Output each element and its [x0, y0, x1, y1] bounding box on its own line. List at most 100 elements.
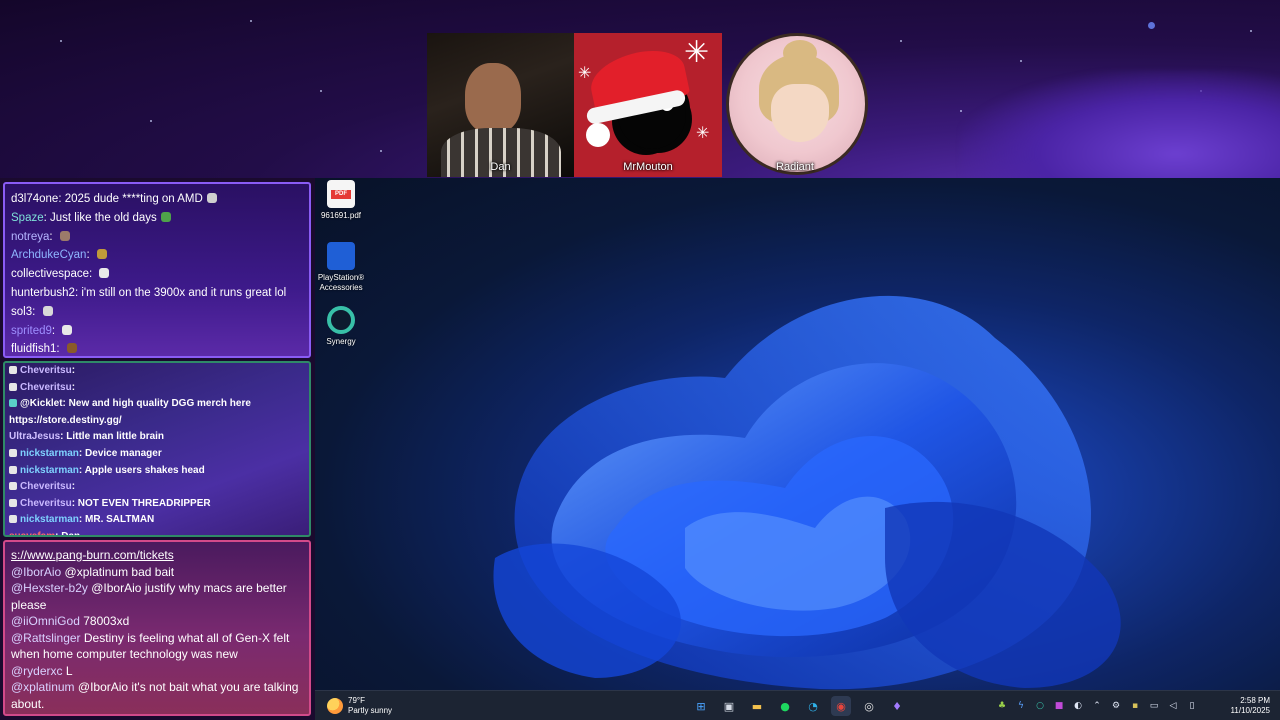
emote-icon — [66, 343, 77, 354]
edge-icon[interactable]: ◔ — [803, 696, 823, 716]
tray-leaf-icon[interactable]: ♣ — [996, 700, 1008, 712]
desktop-icon-playstation[interactable]: PlayStation® Accessories — [315, 242, 367, 293]
emote-icon — [62, 324, 73, 335]
radiant-portrait — [726, 33, 868, 175]
subscriber-badge-icon — [9, 382, 17, 391]
tray-bolt-icon[interactable]: ϟ — [1015, 700, 1027, 712]
chat-message: sprited9: — [11, 322, 303, 341]
chat-message: d3l74one: 2025 dude ****ting on AMD — [11, 190, 303, 209]
tickets-link[interactable]: s://www.pang-burn.com/tickets — [11, 547, 303, 564]
chat-username[interactable]: suavefam — [9, 531, 55, 535]
chat-text: Dan — [61, 530, 81, 537]
chat-username[interactable]: @Kicklet — [20, 398, 63, 409]
subscriber-badge-icon — [9, 448, 17, 457]
chat-message: Cheveritsu: — [9, 380, 305, 397]
chat-username[interactable]: Cheveritsu — [20, 382, 72, 393]
chrome-icon[interactable]: ◉ — [831, 696, 851, 716]
emote-icon — [59, 230, 70, 241]
chat-username[interactable]: @Hexster-b2y — [11, 581, 88, 595]
chat-username[interactable]: @IborAio — [11, 565, 61, 579]
chat-message: UltraJesus: Little man little brain — [9, 429, 305, 446]
snowflake-icon: ✳ — [578, 63, 592, 82]
chat-message: collectivespace: — [11, 265, 303, 284]
tray-volume-icon[interactable]: ◁ — [1167, 700, 1179, 712]
task-view-icon[interactable]: ▣ — [719, 696, 739, 716]
chat-separator: : — [32, 305, 39, 318]
chat-panel-middle: Cheveritsu: Cheveritsu: @Kicklet: New an… — [3, 361, 311, 537]
chat-username[interactable]: nickstarman — [20, 514, 79, 525]
chat-separator: : — [71, 381, 76, 393]
chat-username[interactable]: Cheveritsu — [20, 365, 72, 376]
tray-steam-icon[interactable]: ◐ — [1072, 700, 1084, 712]
partly-sunny-icon — [327, 698, 343, 714]
pdf-icon: PDF — [327, 180, 355, 208]
obs-icon[interactable]: ◎ — [859, 696, 879, 716]
chat-message: https://store.destiny.gg/ — [9, 413, 305, 430]
chat-username[interactable]: @Rattslinger — [11, 631, 81, 645]
tray-settings-icon[interactable]: ⚙ — [1110, 700, 1122, 712]
emote-icon — [160, 211, 171, 222]
star — [1250, 30, 1252, 32]
chat-username[interactable]: nickstarman — [20, 465, 79, 476]
chat-text: Little man little brain — [66, 431, 165, 443]
clock-date: 11/10/2025 — [1230, 706, 1270, 715]
star — [380, 150, 382, 152]
chat-username[interactable]: UltraJesus — [9, 431, 60, 442]
star — [60, 40, 62, 42]
chat-username[interactable]: d3l74one — [11, 193, 58, 205]
chat-text: L — [65, 663, 73, 678]
emote-icon — [206, 193, 217, 203]
snowflake-icon: ✳ — [684, 35, 710, 70]
start-icon[interactable]: ⊞ — [691, 696, 711, 716]
chat-message: nickstarman: Device manager — [9, 446, 305, 463]
spotify-icon[interactable]: ● — [775, 696, 795, 716]
tray-display-icon[interactable]: ▭ — [1148, 700, 1160, 712]
chat-username[interactable]: fluidfish1 — [11, 343, 56, 355]
desktop-icon-label: 961691.pdf — [320, 211, 362, 220]
desktop-icon-synergy[interactable]: Synergy — [315, 306, 367, 347]
chat-username[interactable]: Spaze — [11, 212, 44, 224]
chat-text: NOT EVEN THREADRIPPER — [77, 497, 211, 509]
weather-widget[interactable]: 79°F Partly sunny — [327, 696, 392, 716]
chat-separator: : — [88, 268, 96, 281]
chat-panel-top: d3l74one: 2025 dude ****ting on AMD Spaze… — [3, 182, 311, 358]
tray-battery-icon[interactable]: ▯ — [1186, 700, 1198, 712]
tray-shield-icon[interactable]: ▪ — [1129, 700, 1141, 712]
chat-username[interactable]: @xplatinum — [11, 680, 75, 694]
chat-message: Spaze: Just like the old days — [11, 209, 303, 228]
chat-username[interactable]: Cheveritsu — [20, 498, 72, 509]
chat-message: suavefam: Dan — [9, 529, 305, 537]
chat-username[interactable]: notreya — [11, 231, 49, 243]
star — [900, 40, 902, 42]
avatar-radiant: Radiant — [722, 33, 868, 177]
subscriber-badge-icon — [9, 498, 17, 507]
tray-app-icon[interactable]: ■ — [1053, 700, 1065, 712]
chat-username[interactable]: @iiOmniGod — [11, 614, 80, 628]
clock[interactable]: 2:58 PM 11/10/2025 — [1231, 696, 1270, 716]
file-explorer-icon[interactable]: ▬ — [747, 696, 767, 716]
chat-text: 78003xd — [83, 614, 130, 628]
chat-username[interactable]: collectivespace — [11, 268, 89, 280]
chat-username[interactable]: sprited9 — [11, 325, 52, 337]
desktop-icon-label: PlayStation® Accessories — [317, 273, 365, 292]
chat-username[interactable]: @ryderxc — [11, 664, 63, 678]
stream-overlay-top: Dan ✳ ✳ ✳ ✳ MrMouton Radiant — [0, 0, 1280, 178]
chat-text: https://store.destiny.gg/ — [9, 414, 122, 426]
tray-chevron-icon[interactable]: ⌃ — [1091, 700, 1103, 712]
chat-panel-bottom: s://www.pang-burn.com/tickets @IborAio @… — [3, 540, 311, 716]
chat-message: ArchdukeCyan: — [11, 246, 303, 265]
chat-username[interactable]: nickstarman — [20, 448, 79, 459]
chat-username[interactable]: Cheveritsu — [20, 481, 72, 492]
desktop-icon-label: Synergy — [326, 337, 356, 346]
avatar-mrmouton: ✳ ✳ ✳ ✳ MrMouton — [574, 33, 722, 177]
chat-username[interactable]: hunterbush2 — [11, 287, 75, 299]
tray-ring-icon[interactable]: ○ — [1034, 700, 1046, 712]
person-head — [465, 63, 521, 133]
chat-separator: : — [71, 481, 76, 493]
subscriber-badge-icon — [9, 482, 17, 491]
chat-username[interactable]: sol3 — [11, 306, 32, 318]
chat-separator: : — [71, 365, 76, 376]
app-icon[interactable]: ♦ — [887, 696, 907, 716]
chat-username[interactable]: ArchdukeCyan — [11, 249, 86, 261]
desktop-icon-pdf[interactable]: PDF 961691.pdf — [315, 180, 367, 221]
